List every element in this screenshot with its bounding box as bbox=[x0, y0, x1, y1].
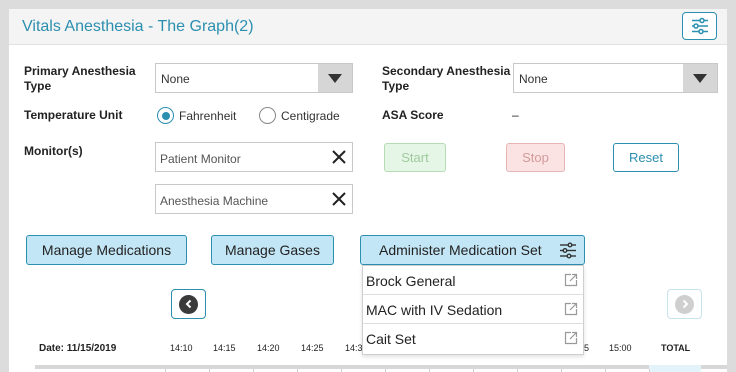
time-tick: 14:10 bbox=[170, 343, 193, 353]
previous-page-button[interactable] bbox=[171, 289, 206, 319]
monitors-label: Monitor(s) bbox=[24, 144, 83, 158]
external-link-icon bbox=[564, 302, 578, 316]
chevron-left-icon bbox=[179, 294, 198, 314]
primary-anesthesia-value: None bbox=[161, 72, 190, 86]
sliders-icon bbox=[691, 17, 708, 35]
date-label: Date: 11/15/2019 bbox=[39, 343, 117, 354]
medication-set-name: Brock General bbox=[366, 273, 456, 289]
timeline-grid bbox=[35, 365, 727, 372]
medication-set-item[interactable]: Cait Set bbox=[363, 324, 583, 353]
time-tick: 5 bbox=[584, 343, 590, 353]
chevron-down-icon bbox=[318, 64, 352, 92]
page-title: Vitals Anesthesia - The Graph(2) bbox=[22, 18, 254, 35]
primary-anesthesia-label: Primary Anesthesia Type bbox=[24, 64, 136, 93]
primary-anesthesia-select[interactable]: None bbox=[155, 63, 353, 93]
time-tick: 14:15 bbox=[213, 343, 236, 353]
external-link-icon bbox=[564, 273, 578, 287]
radio-label: Fahrenheit bbox=[179, 108, 237, 123]
medication-set-item[interactable]: MAC with IV Sedation bbox=[363, 295, 583, 324]
medication-set-item[interactable]: Brock General bbox=[363, 266, 583, 295]
medication-set-name: Cait Set bbox=[366, 331, 416, 347]
monitor-field[interactable]: Anesthesia Machine bbox=[155, 184, 353, 214]
radio-centigrade[interactable]: Centigrade bbox=[259, 107, 340, 124]
radio-label: Centigrade bbox=[281, 108, 340, 123]
temperature-unit-label: Temperature Unit bbox=[24, 108, 123, 122]
asa-score-label: ASA Score bbox=[382, 108, 444, 122]
manage-gases-button[interactable]: Manage Gases bbox=[211, 235, 334, 265]
next-page-button[interactable] bbox=[667, 289, 702, 319]
secondary-anesthesia-label: Secondary Anesthesia Type bbox=[382, 64, 511, 93]
monitor-field[interactable]: Patient Monitor bbox=[155, 142, 353, 172]
administer-medication-set-label: Administer Medication Set bbox=[379, 242, 542, 258]
external-link-icon bbox=[564, 331, 578, 345]
asa-score-value: – bbox=[512, 108, 519, 122]
close-icon[interactable] bbox=[331, 191, 347, 207]
radio-unchecked-icon bbox=[259, 107, 276, 124]
manage-medications-button[interactable]: Manage Medications bbox=[26, 235, 187, 265]
vitals-anesthesia-panel: Vitals Anesthesia - The Graph(2) Primary… bbox=[9, 9, 727, 372]
total-cell bbox=[649, 365, 701, 372]
radio-checked-icon bbox=[157, 107, 174, 124]
radio-fahrenheit[interactable]: Fahrenheit bbox=[157, 107, 236, 124]
close-icon[interactable] bbox=[331, 149, 347, 165]
monitor-name: Patient Monitor bbox=[160, 152, 241, 166]
time-tick: 14:3 bbox=[345, 343, 363, 353]
time-tick: 15:00 bbox=[609, 343, 632, 353]
settings-button[interactable] bbox=[682, 12, 717, 40]
chevron-down-icon bbox=[683, 64, 717, 92]
secondary-anesthesia-select[interactable]: None bbox=[513, 63, 718, 93]
start-button[interactable]: Start bbox=[384, 143, 446, 172]
panel-header: Vitals Anesthesia - The Graph(2) bbox=[9, 9, 727, 45]
monitor-name: Anesthesia Machine bbox=[160, 194, 269, 208]
reset-button[interactable]: Reset bbox=[613, 143, 679, 172]
chevron-right-icon bbox=[675, 294, 694, 314]
total-column-header: TOTAL bbox=[661, 343, 691, 353]
administer-medication-set-button[interactable]: Administer Medication Set bbox=[360, 235, 585, 265]
medication-set-dropdown: Brock General MAC with IV Sedation Cait … bbox=[362, 265, 584, 355]
secondary-anesthesia-value: None bbox=[519, 72, 548, 86]
time-tick: 14:20 bbox=[257, 343, 280, 353]
sliders-icon bbox=[560, 242, 576, 259]
medication-set-name: MAC with IV Sedation bbox=[366, 302, 503, 318]
stop-button[interactable]: Stop bbox=[506, 143, 565, 172]
time-tick: 14:25 bbox=[301, 343, 324, 353]
